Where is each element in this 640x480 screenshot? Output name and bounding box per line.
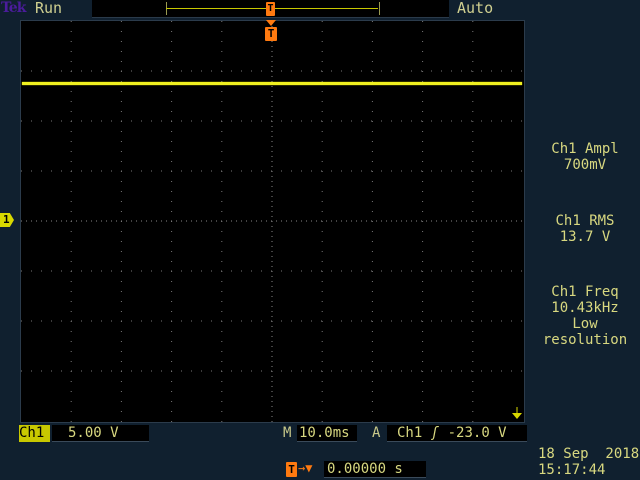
measurement-label: Ch1 Freq bbox=[551, 284, 619, 300]
measurement-value: 10.43kHz bbox=[551, 300, 619, 316]
measurement-note: resolution bbox=[542, 332, 628, 348]
ch1-ground-marker[interactable]: 1 bbox=[0, 213, 14, 227]
graticule bbox=[20, 20, 525, 423]
date: 18 Sep 2018 bbox=[538, 446, 640, 462]
trigger-mode: Auto bbox=[457, 0, 494, 17]
time: 15:17:44 bbox=[538, 462, 606, 478]
record-trigger-marker: T bbox=[266, 2, 275, 16]
trigger-prefix: A bbox=[372, 425, 381, 441]
trigger-position-arrow-icon bbox=[266, 20, 276, 26]
ch1-waveform-trace bbox=[22, 82, 522, 85]
trigger-source: Ch1 bbox=[397, 425, 423, 441]
tek-logo: Tek bbox=[1, 0, 26, 16]
trigger-level: -23.0 V bbox=[447, 425, 507, 441]
measurement-label: Ch1 RMS bbox=[555, 213, 615, 229]
rising-edge-icon: ʃ bbox=[430, 425, 440, 441]
measurement-label: Ch1 Ampl bbox=[551, 141, 619, 157]
horizontal-position-trigger-icon: T bbox=[286, 462, 297, 477]
measurement-note: Low bbox=[572, 316, 598, 332]
position-arrow-icon: →▼ bbox=[298, 461, 313, 475]
measurement-freq: Ch1 Freq 10.43kHz Low resolution bbox=[530, 284, 640, 348]
horizontal-position[interactable]: 0.00000 s bbox=[324, 461, 426, 478]
measurement-ampl: Ch1 Ampl 700mV bbox=[530, 141, 640, 173]
measurement-rms: Ch1 RMS 13.7 V bbox=[530, 213, 640, 245]
trigger-readout[interactable]: Ch1 ʃ -23.0 V bbox=[387, 425, 527, 442]
ch1-label[interactable]: Ch1 bbox=[19, 425, 50, 442]
measurement-value: 13.7 V bbox=[559, 229, 611, 245]
timebase-scale[interactable]: 10.0ms bbox=[297, 425, 357, 442]
acquisition-status: Run bbox=[35, 0, 63, 17]
trigger-position-marker[interactable]: T bbox=[265, 27, 277, 41]
timebase-prefix: M bbox=[283, 425, 292, 441]
measurement-value: 700mV bbox=[563, 157, 607, 173]
ch1-scale[interactable]: 5.00 V bbox=[52, 425, 149, 442]
